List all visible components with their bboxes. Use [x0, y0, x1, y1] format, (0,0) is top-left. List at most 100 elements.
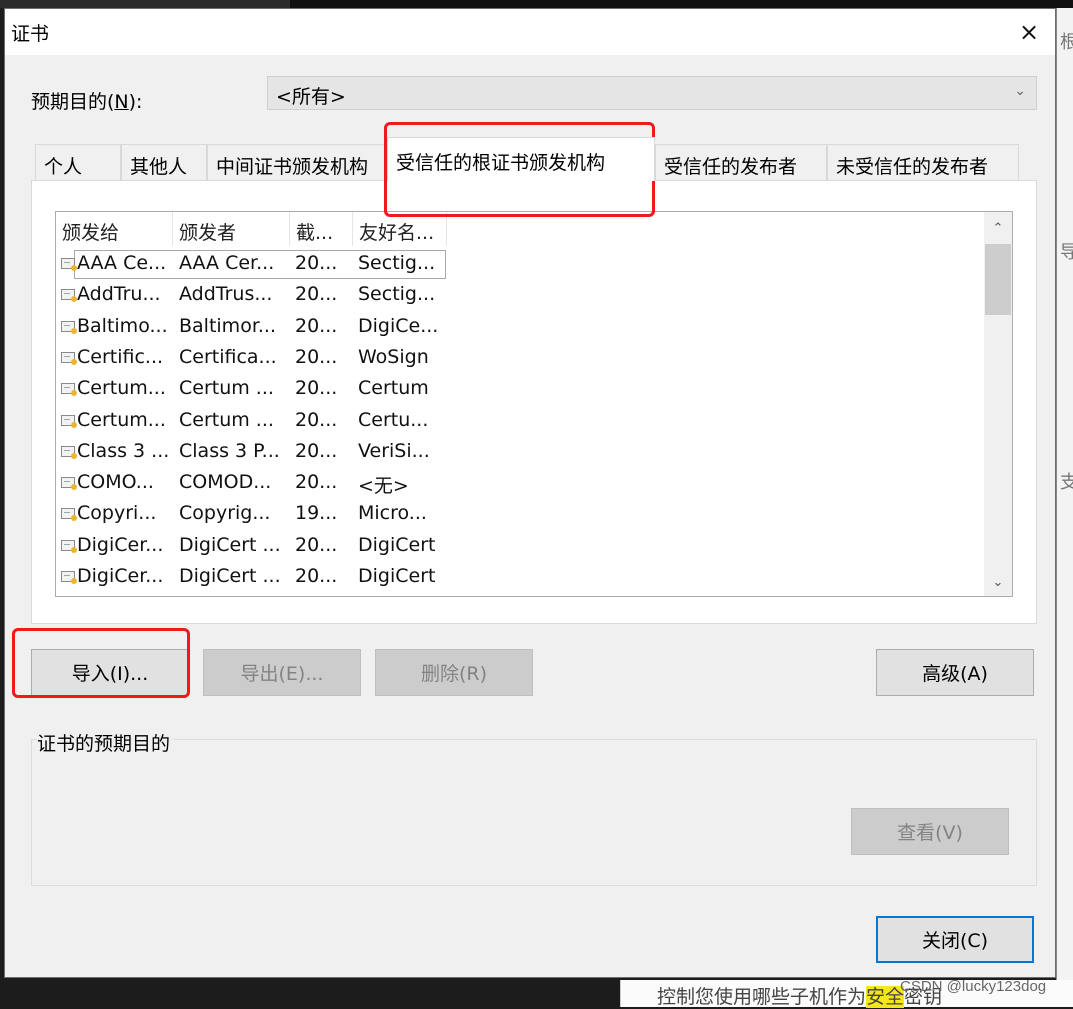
cell-issued-to: DigiCer... — [77, 533, 164, 556]
intended-purpose-select[interactable]: <所有> ⌄ — [267, 76, 1037, 110]
cell-issued-by: Certifica... — [179, 345, 277, 368]
cell-expires: 20... — [295, 439, 338, 462]
button-label: 导入(I)... — [71, 663, 149, 685]
tab-label: 其他人 — [130, 156, 188, 178]
cell-expires: 20... — [295, 252, 338, 274]
cell-issued-to: Class 3 ... — [77, 439, 170, 462]
scroll-down-button[interactable]: ⌄ — [984, 568, 1012, 596]
list-item[interactable]: DigiCer... DigiCert ... 20... DigiCert — [56, 562, 986, 593]
cell-issued-to: Certific... — [77, 345, 164, 368]
scroll-up-button[interactable]: ⌃ — [984, 214, 1012, 242]
certificate-icon — [61, 508, 77, 522]
list-item[interactable]: AAA Ce... AAA Cer... 20... Sectig... — [56, 249, 986, 280]
list-item[interactable]: Class 3 ... Class 3 P... 20... VeriSi... — [56, 437, 986, 468]
intended-purposes-group-label: 证书的预期目的 — [37, 729, 175, 756]
close-button[interactable]: 关闭(C) — [876, 916, 1034, 963]
certificate-icon — [61, 539, 77, 553]
cell-issued-by: Certum ... — [179, 408, 274, 431]
intended-purpose-value: <所有> — [276, 86, 346, 108]
cell-friendly: DigiCe... — [358, 314, 439, 337]
tab-label: 受信任的发布者 — [664, 156, 798, 178]
tab-trusted-root-ca[interactable]: 受信任的根证书颁发机构 — [387, 137, 655, 181]
cell-issued-by: Baltimor... — [179, 314, 277, 337]
cell-friendly: Micro... — [358, 502, 427, 525]
tab-label: 个人 — [44, 156, 83, 178]
cell-expires: 20... — [295, 565, 338, 587]
tab-untrusted-publishers[interactable]: 未受信任的发布者 — [827, 144, 1019, 180]
view-button[interactable]: 查看(V) — [851, 808, 1009, 855]
cell-issued-by: Class 3 P... — [179, 439, 280, 462]
certificate-icon — [61, 414, 77, 428]
cell-issued-to: DigiCer... — [77, 565, 164, 587]
column-header-issued-by[interactable]: 颁发者 — [173, 212, 290, 246]
scrollbar-thumb[interactable] — [985, 244, 1011, 315]
chevron-up-icon: ⌃ — [992, 220, 1004, 236]
tab-other-people[interactable]: 其他人 — [121, 144, 207, 180]
cell-friendly: <无> — [358, 475, 409, 498]
cell-expires: 20... — [295, 345, 338, 368]
list-item[interactable]: Certum... Certum ... 20... Certum — [56, 374, 986, 405]
cell-issued-to: Certum... — [77, 377, 166, 400]
certificate-icon — [61, 477, 77, 491]
list-item[interactable]: Certum... Certum ... 20... Certu... — [56, 406, 986, 437]
export-button[interactable]: 导出(E)... — [203, 649, 361, 696]
cell-friendly: Certu... — [358, 408, 429, 431]
cell-issued-to: Copyri... — [77, 502, 157, 525]
button-label: 关闭(C) — [921, 930, 989, 952]
button-label: 高级(A) — [922, 663, 988, 685]
dialog-title: 证书 — [11, 23, 50, 45]
watermark: CSDN @lucky123dog — [900, 978, 1047, 995]
remove-button[interactable]: 删除(R) — [375, 649, 533, 696]
column-header-issued-to[interactable]: 颁发给 — [56, 212, 173, 246]
cell-issued-by: DigiCert ... — [179, 533, 281, 556]
screen-top-strip — [0, 0, 1073, 8]
vertical-scrollbar[interactable]: ⌃ ⌄ — [984, 212, 1012, 596]
cell-expires: 20... — [295, 471, 338, 494]
cell-issued-by: DigiCert ... — [179, 565, 281, 587]
list-item[interactable]: Certific... Certifica... 20... WoSign — [56, 343, 986, 374]
title-bar: 证书 × — [5, 9, 1055, 55]
advanced-button[interactable]: 高级(A) — [876, 649, 1034, 696]
cell-issued-by: AddTrus... — [179, 283, 273, 306]
certificate-icon — [61, 351, 77, 365]
cell-expires: 20... — [295, 314, 338, 337]
cell-friendly: Sectig... — [358, 283, 436, 306]
cell-issued-to: AddTru... — [77, 283, 161, 306]
background-text: 导 — [1060, 238, 1073, 264]
button-label: 删除(R) — [420, 663, 488, 685]
cell-friendly: Sectig... — [358, 252, 436, 274]
cell-friendly: WoSign — [358, 345, 429, 368]
cell-friendly: Certum — [358, 377, 429, 400]
cell-issued-to: COMO... — [77, 471, 154, 494]
tab-trusted-publishers[interactable]: 受信任的发布者 — [655, 144, 827, 180]
tab-intermediate-ca[interactable]: 中间证书颁发机构 — [207, 144, 387, 180]
import-button[interactable]: 导入(I)... — [31, 649, 189, 696]
cell-expires: 20... — [295, 377, 338, 400]
list-item[interactable]: COMO... COMOD... 20... <无> — [56, 468, 986, 499]
close-window-button[interactable]: × — [1003, 9, 1055, 55]
certificate-icon — [61, 571, 77, 584]
cell-expires: 20... — [295, 408, 338, 431]
button-label: 导出(E)... — [240, 663, 324, 685]
certificate-icon — [61, 289, 77, 303]
certificate-dialog: 证书 × 预期目的(N): <所有> ⌄ 个人 其他人 中间证书颁发机构 受信任… — [4, 8, 1056, 978]
cell-friendly: VeriSi... — [358, 439, 430, 462]
list-item[interactable]: AddTru... AddTrus... 20... Sectig... — [56, 280, 986, 311]
list-item[interactable]: Copyri... Copyrig... 19... Micro... — [56, 499, 986, 530]
certificate-icon — [61, 445, 77, 459]
tab-label: 未受信任的发布者 — [836, 156, 989, 178]
background-text: 根 — [1060, 28, 1073, 54]
column-header-expiration[interactable]: 截... — [290, 212, 353, 246]
column-header-friendly-name[interactable]: 友好名... — [353, 212, 447, 246]
tab-personal[interactable]: 个人 — [35, 144, 121, 180]
intended-purpose-label: 预期目的(N): — [31, 91, 143, 113]
background-text: 支 — [1060, 468, 1073, 494]
certificate-list[interactable]: 颁发给 颁发者 截... 友好名... AAA Ce... AAA Cer... 2… — [55, 211, 1013, 597]
cell-friendly: DigiCert — [358, 533, 436, 556]
certificate-icon — [61, 320, 77, 334]
cell-expires: 20... — [295, 533, 338, 556]
cell-friendly: DigiCert — [358, 565, 436, 587]
tab-label: 中间证书颁发机构 — [216, 156, 369, 178]
list-item[interactable]: Baltimo... Baltimor... 20... DigiCe... — [56, 312, 986, 343]
list-item[interactable]: DigiCer... DigiCert ... 20... DigiCert — [56, 531, 986, 562]
